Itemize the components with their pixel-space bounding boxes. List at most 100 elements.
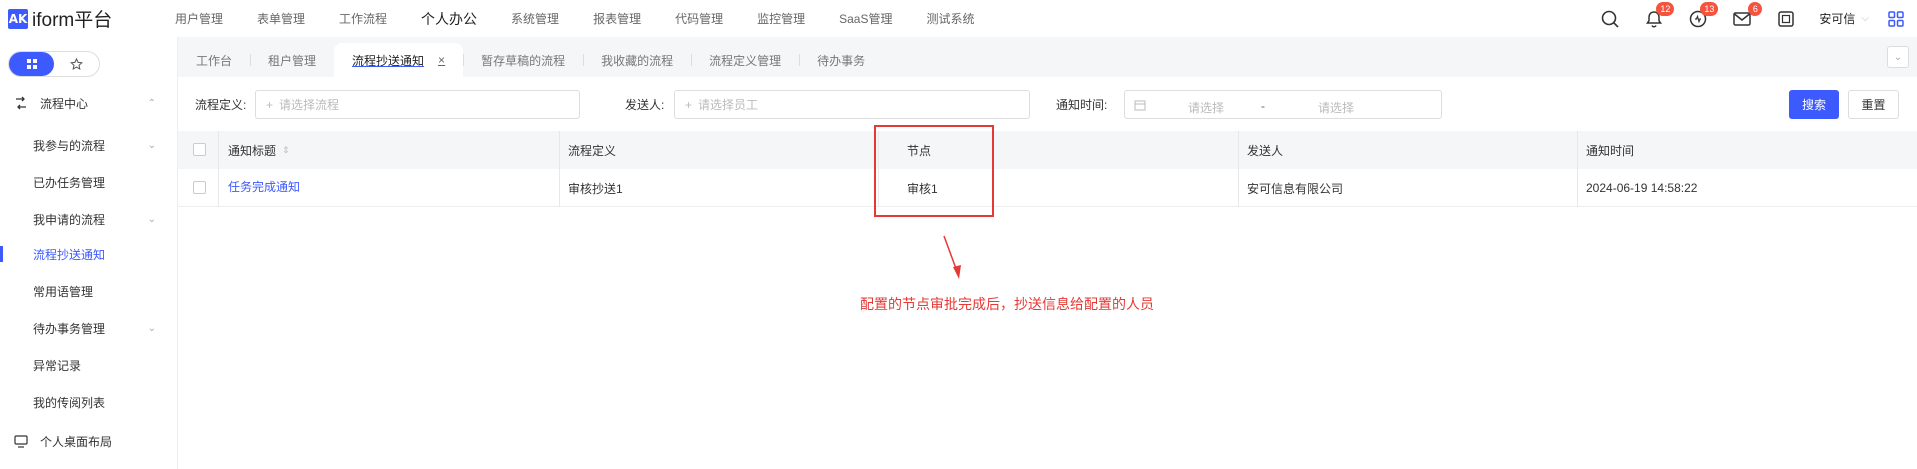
tab-tenant-management[interactable]: 租户管理 [250, 43, 334, 77]
page-tabs: 工作台 租户管理 流程抄送通知 × 暂存草稿的流程 我收藏的流程 流程定义管理 待… [178, 37, 1917, 77]
menu-view-switch[interactable] [8, 51, 100, 77]
tab-cc-notice[interactable]: 流程抄送通知 × [334, 43, 464, 77]
definition-placeholder: 请选择流程 [279, 98, 340, 112]
header-title[interactable]: 通知标题 ⇕ [228, 131, 290, 169]
sidebar-item-label: 我申请的流程 [33, 212, 106, 227]
app-logo[interactable]: AK iform平台 [0, 5, 175, 32]
topmenu-code-management[interactable]: 代码管理 [675, 10, 723, 27]
mail-icon[interactable]: 6 [1731, 1, 1763, 30]
tab-favorites[interactable]: 我收藏的流程 [583, 43, 691, 77]
activity-icon[interactable]: 13 [1687, 1, 1719, 30]
column-divider [559, 131, 560, 169]
app-grid-icon[interactable] [1885, 8, 1907, 30]
close-icon[interactable]: × [438, 53, 445, 67]
menu-view-favorite-button[interactable] [54, 52, 99, 76]
annotation-arrow-icon [943, 235, 961, 279]
topmenu-saas-management[interactable]: SaaS管理 [839, 10, 892, 27]
search-icon[interactable] [1599, 8, 1621, 30]
search-button[interactable]: 搜索 [1789, 90, 1839, 119]
header-definition: 流程定义 [568, 143, 617, 158]
top-menu: 用户管理 表单管理 工作流程 个人办公 系统管理 报表管理 代码管理 监控管理 … [175, 9, 1008, 29]
tab-label: 暂存草稿的流程 [481, 53, 566, 68]
tab-more-button[interactable]: ⌄ [1887, 46, 1909, 68]
tab-label: 流程定义管理 [709, 53, 782, 68]
sidebar-item-label: 流程抄送通知 [33, 247, 106, 262]
bell-icon[interactable]: 12 [1643, 1, 1675, 30]
sidebar-item-phrases[interactable]: 常用语管理 [0, 277, 178, 305]
time-label: 通知时间: [1056, 98, 1108, 112]
sidebar-group-process-center[interactable]: 流程中心 ⌃ [0, 87, 178, 119]
sidebar-group-label: 个人桌面布局 [40, 434, 113, 449]
topmenu-workflow[interactable]: 工作流程 [339, 10, 387, 27]
row-sender: 安可信息有限公司 [1247, 181, 1344, 196]
table-header: 通知标题 ⇕ 流程定义 节点 发送人 通知时间 [178, 131, 1917, 169]
sidebar-item-label: 我参与的流程 [33, 138, 106, 153]
sender-placeholder: 请选择员工 [698, 98, 759, 112]
app-title: iform平台 [32, 10, 113, 31]
sidebar-item-todo-management[interactable]: 待办事务管理 ⌄ [0, 314, 178, 342]
column-divider [1577, 131, 1578, 169]
notify-time-range[interactable]: 请选择 - 请选择 [1124, 90, 1442, 119]
notification-count-badge: 12 [1656, 1, 1675, 16]
chevron-down-icon: ⌄ [147, 139, 156, 151]
select-all-checkbox[interactable] [193, 143, 206, 156]
top-navigation-bar: AK iform平台 用户管理 表单管理 工作流程 个人办公 系统管理 报表管理… [0, 0, 1917, 37]
activity-count-badge: 13 [1700, 1, 1719, 16]
row-definition: 审核抄送1 [568, 181, 623, 196]
sidebar-item-circulation-list[interactable]: 我的传阅列表 [0, 388, 178, 416]
range-separator: - [1261, 99, 1265, 113]
sidebar-item-cc-notice[interactable]: 流程抄送通知 [0, 240, 178, 268]
annotation-note: 配置的节点审批完成后，抄送信息给配置的人员 [860, 296, 1154, 312]
header-time: 通知时间 [1586, 143, 1635, 158]
tab-label: 工作台 [196, 53, 233, 68]
row-time: 2024-06-19 14:58:22 [1586, 181, 1698, 195]
fullscreen-icon[interactable] [1775, 8, 1797, 30]
chevron-down-icon: ⌄ [147, 213, 156, 225]
chevron-down-icon[interactable]: ⌵ [1861, 13, 1869, 24]
grid-icon [26, 59, 37, 69]
filter-bar: 流程定义: + 请选择流程 发送人: + 请选择员工 通知时间: 请选择 - 请… [178, 77, 1917, 131]
topmenu-test-system[interactable]: 测试系统 [926, 10, 974, 27]
tab-label: 租户管理 [268, 53, 317, 68]
definition-label: 流程定义: [195, 98, 247, 112]
row-checkbox[interactable] [193, 181, 206, 194]
tab-todo[interactable]: 待办事务 [799, 43, 883, 77]
sidebar-item-label: 异常记录 [33, 358, 82, 373]
chevron-up-icon: ⌃ [147, 97, 156, 109]
plus-icon: + [266, 97, 274, 112]
sender-select[interactable]: + 请选择员工 [674, 90, 1030, 119]
sidebar-item-done-tasks[interactable]: 已办任务管理 [0, 168, 178, 196]
sort-icon[interactable]: ⇕ [282, 145, 290, 156]
tab-drafts[interactable]: 暂存草稿的流程 [463, 43, 583, 77]
topmenu-form-management[interactable]: 表单管理 [257, 10, 305, 27]
header-sender: 发送人 [1247, 143, 1284, 158]
tab-definition-management[interactable]: 流程定义管理 [691, 43, 799, 77]
topmenu-user-management[interactable]: 用户管理 [175, 10, 223, 27]
tab-label: 待办事务 [817, 53, 866, 68]
tab-workbench[interactable]: 工作台 [178, 43, 250, 77]
column-divider [1577, 169, 1578, 207]
topmenu-report-management[interactable]: 报表管理 [593, 10, 641, 27]
sidebar-item-my-participated[interactable]: 我参与的流程 ⌄ [0, 131, 178, 159]
topmenu-system-management[interactable]: 系统管理 [511, 10, 559, 27]
plus-icon: + [685, 97, 693, 112]
definition-select[interactable]: + 请选择流程 [255, 90, 580, 119]
user-name[interactable]: 安可信 [1819, 10, 1855, 27]
column-divider [1238, 131, 1239, 169]
column-divider [218, 131, 219, 169]
table-row[interactable]: 任务完成通知 审核抄送1 审核1 安可信息有限公司 2024-06-19 14:… [178, 169, 1917, 207]
active-indicator [0, 246, 3, 262]
sidebar-group-desktop-layout[interactable]: 个人桌面布局 [0, 427, 178, 455]
topmenu-personal-office[interactable]: 个人办公 [421, 9, 477, 29]
sidebar: 流程中心 ⌃ 我参与的流程 ⌄ 已办任务管理 我申请的流程 ⌄ 流程抄送通知 常… [0, 37, 178, 469]
sidebar-item-label: 我的传阅列表 [33, 395, 106, 410]
topmenu-monitor-management[interactable]: 监控管理 [757, 10, 805, 27]
row-title-link[interactable]: 任务完成通知 [228, 167, 300, 205]
node-highlight-box [874, 125, 994, 217]
sidebar-item-exceptions[interactable]: 异常记录 [0, 351, 178, 379]
tab-label: 我收藏的流程 [601, 53, 674, 68]
sidebar-item-my-applied[interactable]: 我申请的流程 ⌄ [0, 205, 178, 233]
reset-button[interactable]: 重置 [1848, 90, 1899, 119]
menu-view-grid-button[interactable] [9, 52, 54, 76]
column-divider [218, 169, 219, 207]
